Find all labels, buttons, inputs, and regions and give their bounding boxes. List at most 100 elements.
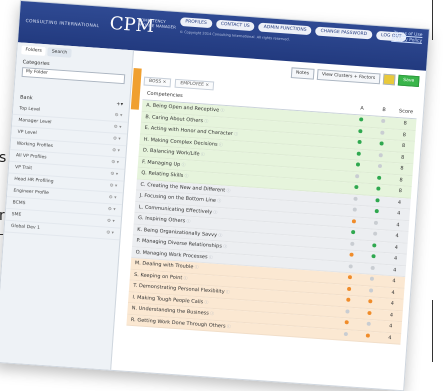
rating-cell-b[interactable] <box>360 288 382 295</box>
rating-cell-a[interactable] <box>343 207 365 214</box>
folder-options-icon[interactable]: ⚙ ▾ <box>114 113 122 118</box>
rating-cell-b[interactable] <box>359 299 381 306</box>
folder-options-icon[interactable]: ⚙ ▾ <box>113 137 121 142</box>
rating-cell-b[interactable] <box>357 333 379 340</box>
notes-button[interactable]: Notes <box>290 67 315 80</box>
folder-options-icon[interactable]: ⚙ ▾ <box>114 125 122 130</box>
view-clusters-button[interactable]: View Clusters + Factors <box>316 69 381 85</box>
rating-cell-a[interactable] <box>347 162 369 169</box>
rating-cell-b[interactable] <box>370 141 392 148</box>
rating-cell-b[interactable] <box>363 242 385 249</box>
rating-cell-a[interactable] <box>342 230 364 237</box>
info-icon[interactable]: ⓘ <box>224 289 230 294</box>
nav-change-password[interactable]: CHANGE PASSWORD <box>315 26 373 40</box>
rating-cell-a[interactable] <box>341 241 363 248</box>
folder-options-icon[interactable]: ⚙ ▾ <box>109 184 117 189</box>
rating-cell-b[interactable] <box>361 265 383 272</box>
rating-cell-a[interactable] <box>345 185 367 192</box>
folder-label: BCMS <box>12 200 26 207</box>
rating-dot-icon <box>359 117 364 122</box>
rating-cell-b[interactable] <box>361 276 383 283</box>
nav-profiles[interactable]: PROFILES <box>179 17 213 29</box>
rating-cell-a[interactable] <box>338 286 360 293</box>
info-icon[interactable]: ⓘ <box>207 254 213 259</box>
main-nav: PROFILES CONTACT US ADMIN FUNCTIONS CHAN… <box>179 17 407 42</box>
filter-chip-boss[interactable]: BOSS × <box>143 76 172 88</box>
rating-cell-a[interactable] <box>348 139 370 146</box>
rating-cell-b[interactable] <box>369 164 391 171</box>
info-icon[interactable]: ⓘ <box>219 108 224 113</box>
rating-cell-a[interactable] <box>337 297 359 304</box>
rating-cell-a[interactable] <box>349 128 371 135</box>
rating-cell-b[interactable] <box>371 130 393 137</box>
folder-options-icon[interactable]: ⚙ ▾ <box>112 148 120 153</box>
rating-dot-icon <box>351 230 356 235</box>
info-icon[interactable]: ⓘ <box>222 244 227 249</box>
rating-cell-b[interactable] <box>358 310 380 317</box>
rating-dot-icon <box>345 309 350 314</box>
info-icon[interactable]: ⓘ <box>180 162 185 167</box>
rating-cell-a[interactable] <box>340 252 362 259</box>
score-cell: 4 <box>391 289 395 296</box>
rating-cell-a[interactable] <box>347 151 369 158</box>
privacy-link[interactable]: Privacy Policy <box>391 37 422 45</box>
rating-dot-icon <box>348 264 353 269</box>
rating-cell-b[interactable] <box>366 197 388 204</box>
info-icon[interactable]: ⓘ <box>209 311 214 316</box>
rating-cell-b[interactable] <box>364 231 386 238</box>
grid-icon[interactable] <box>382 73 396 86</box>
rating-cell-b[interactable] <box>367 186 389 193</box>
rating-cell-a[interactable] <box>346 173 368 180</box>
info-icon[interactable]: ⓘ <box>193 265 199 270</box>
info-icon[interactable]: ⓘ <box>217 232 222 237</box>
collapse-sidebar-handle[interactable] <box>130 68 142 110</box>
rating-cell-a[interactable] <box>335 331 357 338</box>
tab-search[interactable]: Search <box>47 47 72 58</box>
tab-folders[interactable]: Folders <box>21 45 47 56</box>
rating-cell-a[interactable] <box>344 196 366 203</box>
info-icon[interactable]: ⓘ <box>225 323 231 329</box>
info-icon[interactable]: ⓘ <box>203 299 208 304</box>
rating-cell-a[interactable] <box>335 320 357 327</box>
rating-cell-a[interactable] <box>339 263 361 270</box>
info-icon[interactable]: ⓘ <box>203 118 208 123</box>
header-b: B <box>382 107 386 114</box>
filter-chip-employee[interactable]: EMPLOYEE × <box>175 78 215 91</box>
info-icon[interactable]: ⓘ <box>225 187 230 193</box>
rating-dot-icon <box>375 197 380 203</box>
rating-cell-a[interactable] <box>339 275 361 282</box>
rating-cell-b[interactable] <box>372 118 394 125</box>
info-icon[interactable]: ⓘ <box>182 275 187 280</box>
info-icon[interactable]: ⓘ <box>185 219 190 224</box>
folder-options-icon[interactable]: ⚙ ▾ <box>110 172 118 177</box>
rating-cell-b[interactable] <box>365 209 387 216</box>
rating-cell-a[interactable] <box>350 117 372 124</box>
rating-dot-icon <box>374 209 379 214</box>
nav-contact-us[interactable]: CONTACT US <box>215 19 256 32</box>
info-icon[interactable]: ⓘ <box>199 152 205 157</box>
info-icon[interactable]: ⓘ <box>233 131 238 136</box>
info-icon[interactable]: ⓘ <box>212 209 217 214</box>
folder-options-icon[interactable]: ⚙ ▾ <box>108 207 116 212</box>
info-icon[interactable]: ⓘ <box>217 142 223 147</box>
rating-dot-icon <box>347 275 353 280</box>
rating-cell-b[interactable] <box>369 152 391 159</box>
frame-line-right-bottom <box>432 300 433 362</box>
save-button[interactable]: Save <box>397 74 420 88</box>
rating-cell-b[interactable] <box>365 220 387 227</box>
folder-options-icon[interactable]: ⚙ ▾ <box>111 160 119 165</box>
add-folder-icon[interactable]: +▾ <box>116 101 123 107</box>
folder-options-icon[interactable]: ⚙ ▾ <box>106 231 114 236</box>
rating-cell-a[interactable] <box>336 309 358 316</box>
rating-cell-b[interactable] <box>357 321 379 328</box>
info-icon[interactable]: ⓘ <box>183 173 188 178</box>
competency-table: Competencies A B Score A. Being Open and… <box>126 90 418 345</box>
nav-admin-functions[interactable]: ADMIN FUNCTIONS <box>258 22 312 36</box>
rating-dot-icon <box>346 286 352 291</box>
folder-options-icon[interactable]: ⚙ ▾ <box>108 195 116 200</box>
rating-cell-a[interactable] <box>343 218 365 225</box>
rating-cell-b[interactable] <box>368 175 390 182</box>
rating-cell-b[interactable] <box>362 254 384 261</box>
info-icon[interactable]: ⓘ <box>216 198 221 203</box>
folder-options-icon[interactable]: ⚙ ▾ <box>107 219 115 224</box>
